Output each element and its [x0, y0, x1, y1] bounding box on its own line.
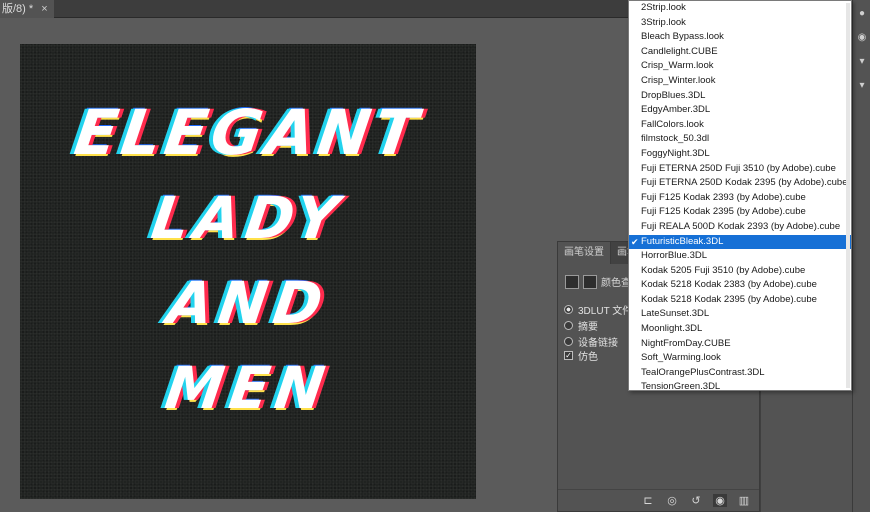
- delete-icon[interactable]: ▥: [737, 494, 751, 507]
- option-label: 摘要: [578, 322, 598, 333]
- dropdown-item-label: NightFromDay.CUBE: [641, 337, 731, 349]
- dropdown-item[interactable]: Crisp_Warm.look: [629, 59, 851, 74]
- radio-icon[interactable]: [564, 305, 573, 314]
- dropdown-item-label: Crisp_Winter.look: [641, 74, 716, 86]
- dropdown-item-label: Fuji REALA 500D Kodak 2393 (by Adobe).cu…: [641, 220, 841, 232]
- dropdown-item-label: Fuji ETERNA 250D Kodak 2395 (by Adobe).c…: [641, 177, 848, 189]
- dropdown-item[interactable]: Moonlight.3DL: [629, 322, 851, 337]
- option-dither[interactable]: ✓ 仿色: [564, 348, 598, 363]
- dropdown-item-label: Crisp_Warm.look: [641, 60, 714, 72]
- dropdown-item-label: Candlelight.CUBE: [641, 45, 718, 57]
- dropdown-item-label: DropBlues.3DL: [641, 89, 706, 101]
- dropdown-item[interactable]: Fuji REALA 500D Kodak 2393 (by Adobe).cu…: [629, 220, 851, 235]
- dropdown-item[interactable]: Candlelight.CUBE: [629, 45, 851, 60]
- dropdown-item-label: FoggyNight.3DL: [641, 147, 710, 159]
- dropdown-item[interactable]: NightFromDay.CUBE: [629, 337, 851, 352]
- dropdown-scrollbar[interactable]: [846, 3, 850, 388]
- dropdown-item-label: Fuji ETERNA 250D Fuji 3510 (by Adobe).cu…: [641, 162, 836, 174]
- dropdown-item-label: TealOrangePlusContrast.3DL: [641, 366, 765, 378]
- tab-brush-settings[interactable]: 画笔设置: [558, 242, 611, 264]
- option-abstract[interactable]: 摘要: [564, 318, 598, 333]
- dropdown-item-label: Bleach Bypass.look: [641, 31, 724, 43]
- dropdown-item-label: Fuji F125 Kodak 2393 (by Adobe).cube: [641, 191, 806, 203]
- dropdown-item-label: Soft_Warming.look: [641, 352, 721, 364]
- dropdown-item[interactable]: TensionGreen.3DL: [629, 380, 851, 395]
- option-device-link[interactable]: 设备链接: [564, 334, 618, 349]
- dropdown-item-label: Kodak 5205 Fuji 3510 (by Adobe).cube: [641, 264, 806, 276]
- dropdown-item[interactable]: Fuji ETERNA 250D Fuji 3510 (by Adobe).cu…: [629, 162, 851, 177]
- checkmark-icon: ✔: [631, 236, 639, 247]
- dropdown-item[interactable]: DropBlues.3DL: [629, 89, 851, 104]
- option-label: 仿色: [578, 352, 598, 363]
- canvas-text-line-1: ELEGANT: [70, 96, 426, 169]
- dropdown-item[interactable]: FoggyNight.3DL: [629, 147, 851, 162]
- dropdown-item[interactable]: Kodak 5218 Kodak 2383 (by Adobe).cube: [629, 278, 851, 293]
- option-label: 设备链接: [578, 338, 618, 349]
- chevron-down-icon[interactable]: ▾: [856, 80, 868, 92]
- document-tab[interactable]: 版/8) * ×: [0, 0, 54, 18]
- chevron-down-icon[interactable]: ▾: [856, 56, 868, 68]
- mask-icon[interactable]: [583, 274, 597, 289]
- reset-icon[interactable]: ↺: [689, 494, 703, 507]
- dropdown-item-label: 3Strip.look: [641, 16, 686, 28]
- clip-to-layer-icon[interactable]: ⊏: [641, 494, 655, 507]
- option-label: 3DLUT 文件: [578, 306, 633, 317]
- dropdown-item[interactable]: Kodak 5218 Kodak 2395 (by Adobe).cube: [629, 293, 851, 308]
- close-icon[interactable]: ×: [41, 0, 47, 18]
- dropdown-item-label: Moonlight.3DL: [641, 323, 703, 335]
- dropdown-item-label: Fuji F125 Kodak 2395 (by Adobe).cube: [641, 206, 806, 218]
- dropdown-item[interactable]: ✔ FuturisticBleak.3DL: [629, 234, 851, 250]
- checkbox-icon[interactable]: ✓: [564, 351, 573, 360]
- dropdown-item[interactable]: Bleach Bypass.look: [629, 30, 851, 45]
- dropdown-item-label: filmstock_50.3dl: [641, 133, 710, 145]
- dropdown-item[interactable]: Fuji ETERNA 250D Kodak 2395 (by Adobe).c…: [629, 176, 851, 191]
- grid-icon[interactable]: [565, 274, 579, 289]
- lut-dropdown-list[interactable]: 2Strip.look 3Strip.look Bleach Bypass.look…: [628, 0, 852, 392]
- dropdown-item-label: HorrorBlue.3DL: [641, 250, 707, 262]
- dropdown-item-label: Kodak 5218 Kodak 2383 (by Adobe).cube: [641, 279, 817, 291]
- dropdown-item[interactable]: Fuji F125 Kodak 2395 (by Adobe).cube: [629, 205, 851, 220]
- dropdown-item[interactable]: 2Strip.look: [629, 1, 851, 16]
- dropdown-item[interactable]: FallColors.look: [629, 118, 851, 133]
- panel-header: 颜色查: [565, 274, 631, 289]
- dropdown-item[interactable]: EdgyAmber.3DL: [629, 103, 851, 118]
- dropdown-item[interactable]: LateSunset.3DL: [629, 307, 851, 322]
- dropdown-item-label: EdgyAmber.3DL: [641, 104, 711, 116]
- option-3dlut-file[interactable]: 3DLUT 文件: [564, 302, 632, 317]
- dropdown-item[interactable]: filmstock_50.3dl: [629, 132, 851, 147]
- document-canvas[interactable]: ELEGANT LADY AND MEN: [20, 44, 476, 499]
- dropdown-item-label: 2Strip.look: [641, 2, 686, 13]
- dropdown-item-label: TensionGreen.3DL: [641, 381, 721, 393]
- dropdown-item[interactable]: 3Strip.look: [629, 16, 851, 31]
- radio-icon[interactable]: [564, 337, 573, 346]
- dropdown-item[interactable]: Kodak 5205 Fuji 3510 (by Adobe).cube: [629, 264, 851, 279]
- settings-icon[interactable]: ●: [856, 8, 868, 20]
- right-dock: ● ◉ ▾ ▾: [852, 0, 870, 512]
- dropdown-item[interactable]: HorrorBlue.3DL: [629, 249, 851, 264]
- document-tab-title: 版/8) *: [2, 3, 34, 15]
- panel-footer: ⊏ ◎ ↺ ◉ ▥: [558, 489, 759, 511]
- radio-icon[interactable]: ◉: [856, 32, 868, 44]
- view-previous-icon[interactable]: ◎: [665, 494, 679, 507]
- dropdown-item-label: LateSunset.3DL: [641, 308, 710, 320]
- dropdown-item[interactable]: Soft_Warming.look: [629, 351, 851, 366]
- dropdown-item[interactable]: Fuji F125 Kodak 2393 (by Adobe).cube: [629, 191, 851, 206]
- radio-icon[interactable]: [564, 321, 573, 330]
- visibility-icon[interactable]: ◉: [713, 494, 727, 507]
- document-tab-bar: 版/8) * ×: [0, 0, 628, 18]
- canvas-text-line-2: LADY: [147, 184, 349, 252]
- dropdown-item-label: Kodak 5218 Kodak 2395 (by Adobe).cube: [641, 293, 817, 305]
- canvas-text-line-3: AND: [163, 269, 333, 337]
- dropdown-item[interactable]: Crisp_Winter.look: [629, 74, 851, 89]
- canvas-text-line-4: MEN: [161, 354, 335, 422]
- dropdown-item[interactable]: TealOrangePlusContrast.3DL: [629, 366, 851, 381]
- dropdown-item-label: FuturisticBleak.3DL: [641, 235, 724, 247]
- panel-header-label: 颜色查: [601, 278, 631, 289]
- dropdown-item-label: FallColors.look: [641, 118, 704, 130]
